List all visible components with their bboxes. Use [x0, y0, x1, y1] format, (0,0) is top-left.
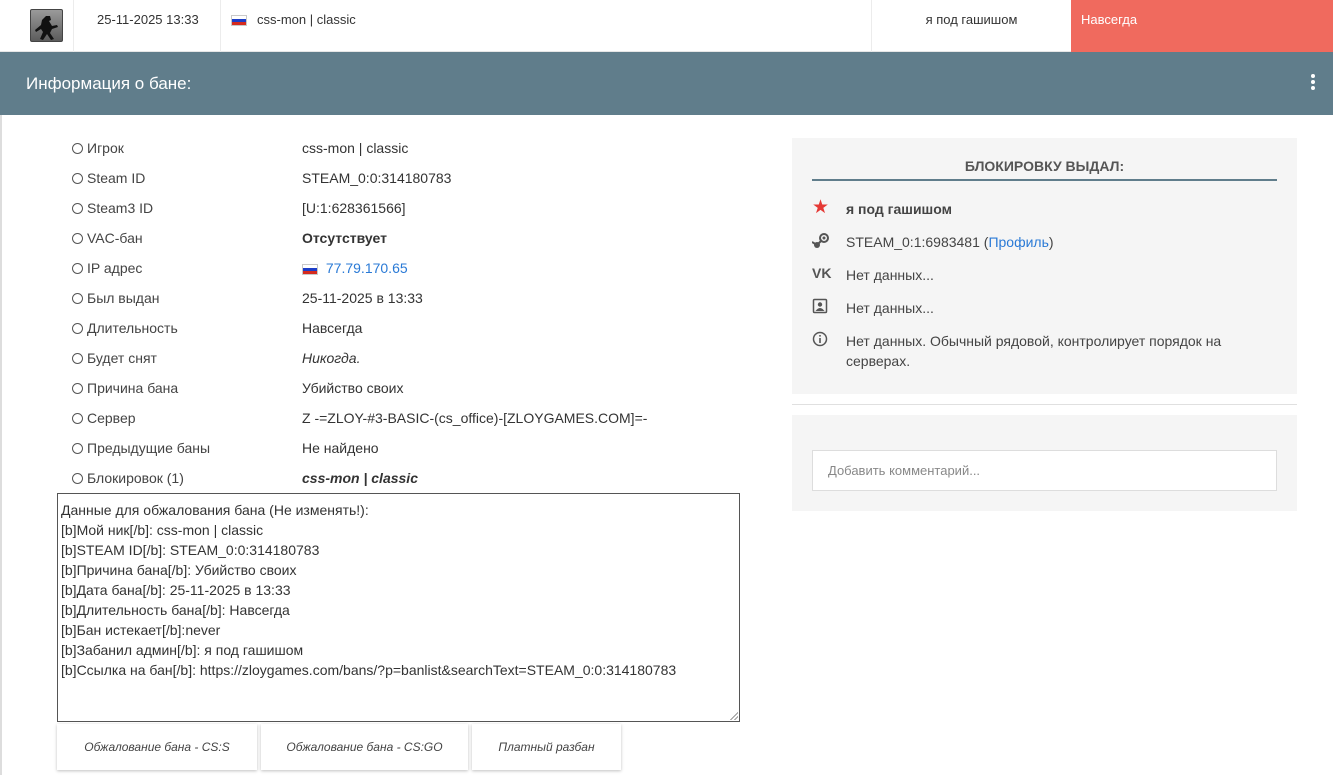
- detail-row-previous-bans: Предыдущие баны Не найдено: [72, 433, 752, 463]
- appeal-line: [b]Дата бана[/b]: 25-11-2025 в 13:33: [61, 582, 291, 598]
- paid-unban-button[interactable]: Платный разбан: [472, 724, 621, 770]
- detail-row-player: Игрок css-mon | classic: [72, 133, 752, 163]
- detail-value: Убийство своих: [302, 380, 404, 396]
- circle-icon: [72, 233, 83, 244]
- appeal-line: [b]Длительность бана[/b]: Навсегда: [61, 602, 290, 618]
- counter-strike-icon: [30, 9, 63, 42]
- contact-card-icon: [812, 298, 830, 316]
- admin-contact: Нет данных...: [846, 300, 934, 316]
- detail-value: STEAM_0:0:314180783: [302, 170, 452, 186]
- ban-date-cell: 25-11-2025 13:33: [74, 0, 221, 52]
- page-title: Информация о бане:: [26, 74, 192, 93]
- detail-label: Будет снят: [72, 350, 157, 366]
- detail-value: Не найдено: [302, 440, 379, 456]
- detail-row-steam3-id: Steam3 ID [U:1:628361566]: [72, 193, 752, 223]
- appeal-line: [b]Причина бана[/b]: Убийство своих: [61, 562, 297, 578]
- ban-length-badge: Навсегда: [1071, 0, 1333, 52]
- star-icon: ★: [812, 197, 830, 218]
- detail-value: 25-11-2025 в 13:33: [302, 290, 423, 306]
- ban-details-list: Игрок css-mon | classic Steam ID STEAM_0…: [72, 133, 752, 493]
- admin-card-name: я под гашишом: [846, 201, 952, 217]
- steam-icon: [811, 232, 830, 250]
- circle-icon: [72, 173, 83, 184]
- detail-row-ip: IP адрес 77.79.170.65: [72, 253, 752, 283]
- admin-cell: я под гашишом: [871, 0, 1071, 52]
- appeal-line: [b]Мой ник[/b]: css-mon | classic: [61, 522, 264, 538]
- circle-icon: [72, 413, 83, 424]
- detail-row-reason: Причина бана Убийство своих: [72, 373, 752, 403]
- appeal-line: [b]Забанил админ[/b]: я под гашишом: [61, 642, 304, 658]
- admin-card: БЛОКИРОВКУ ВЫДАЛ: ★ я под гашишом STEAM_…: [792, 138, 1297, 394]
- appeal-line: [b]Бан истекает[/b]:never: [61, 622, 221, 638]
- ip-address-link[interactable]: 77.79.170.65: [326, 260, 408, 276]
- detail-value: css-mon | classic: [302, 470, 418, 486]
- detail-value: css-mon | classic: [302, 140, 409, 156]
- profile-link[interactable]: Профиль: [988, 234, 1048, 250]
- appeal-line: Данные для обжалования бана (Не изменять…: [61, 502, 369, 518]
- detail-label: Сервер: [72, 410, 136, 426]
- appeal-css-button[interactable]: Обжалование бана - CS:S: [57, 724, 257, 770]
- detail-value: Никогда.: [302, 350, 361, 366]
- detail-label: Игрок: [72, 140, 124, 156]
- detail-label: Причина бана: [72, 380, 178, 396]
- page-edge: [0, 115, 2, 775]
- admin-steam-id: STEAM_0:1:6983481: [846, 234, 980, 250]
- admin-name: я под гашишом: [925, 12, 1018, 27]
- comment-input[interactable]: Добавить комментарий...: [812, 450, 1277, 491]
- admin-vk: Нет данных...: [846, 267, 934, 283]
- game-cell: [0, 0, 74, 52]
- resize-handle-icon[interactable]: [730, 712, 738, 720]
- detail-label: Steam3 ID: [72, 200, 153, 216]
- detail-row-steam-id: Steam ID STEAM_0:0:314180783: [72, 163, 752, 193]
- divider: [792, 404, 1297, 405]
- ban-info-header: Информация о бане:: [0, 52, 1333, 115]
- circle-icon: [72, 203, 83, 214]
- appeal-line: [b]STEAM ID[/b]: STEAM_0:0:314180783: [61, 542, 320, 558]
- circle-icon: [72, 263, 83, 274]
- ip-value: 77.79.170.65: [302, 260, 408, 276]
- detail-label: Предыдущие баны: [72, 440, 210, 456]
- circle-icon: [72, 143, 83, 154]
- ban-summary-row[interactable]: 25-11-2025 13:33 css-mon | classic я под…: [0, 0, 1333, 52]
- vk-icon: VK: [812, 265, 832, 281]
- detail-row-vac: VAC-бан Отсутствует: [72, 223, 752, 253]
- circle-icon: [72, 473, 83, 484]
- circle-icon: [72, 443, 83, 454]
- ban-date: 25-11-2025 13:33: [97, 12, 199, 27]
- appeal-csgo-button[interactable]: Обжалование бана - CS:GO: [261, 724, 468, 770]
- detail-row-blocks: Блокировок (1) css-mon | classic: [72, 463, 752, 493]
- steam3-id-link[interactable]: [U:1:628361566]: [302, 200, 406, 216]
- detail-row-server: Сервер Z -=ZLOY-#3-BASIC-(cs_office)-[ZL…: [72, 403, 752, 433]
- russia-flag-icon: [302, 263, 318, 275]
- detail-label: Был выдан: [72, 290, 160, 306]
- detail-label: Длительность: [72, 320, 178, 336]
- detail-value: Навсегда: [302, 320, 363, 336]
- player-nickname: css-mon | classic: [257, 12, 356, 27]
- info-icon: [812, 331, 830, 349]
- detail-value: Z -=ZLOY-#3-BASIC-(cs_office)-[ZLOYGAMES…: [302, 410, 648, 426]
- circle-icon: [72, 353, 83, 364]
- detail-label: IP адрес: [72, 260, 142, 276]
- circle-icon: [72, 323, 83, 334]
- more-vert-icon[interactable]: [1305, 74, 1321, 94]
- detail-row-issued: Был выдан 25-11-2025 в 13:33: [72, 283, 752, 313]
- comment-card: Добавить комментарий...: [792, 415, 1297, 511]
- admin-info: Нет данных. Обычный рядовой, контролируе…: [846, 333, 1222, 369]
- appeal-textarea[interactable]: Данные для обжалования бана (Не изменять…: [57, 493, 740, 722]
- ban-length: Навсегда: [1081, 12, 1138, 27]
- detail-value: Отсутствует: [302, 230, 387, 246]
- circle-icon: [72, 293, 83, 304]
- detail-row-length: Длительность Навсегда: [72, 313, 752, 343]
- admin-card-title: БЛОКИРОВКУ ВЫДАЛ:: [812, 158, 1277, 181]
- russia-flag-icon: [231, 15, 247, 26]
- circle-icon: [72, 383, 83, 394]
- admin-steam: STEAM_0:1:6983481 (Профиль): [846, 234, 1054, 250]
- detail-label: VAC-бан: [72, 230, 143, 246]
- detail-label: Steam ID: [72, 170, 145, 186]
- detail-row-expires: Будет снят Никогда.: [72, 343, 752, 373]
- player-cell: css-mon | classic: [221, 0, 871, 52]
- detail-label: Блокировок (1): [72, 470, 184, 486]
- appeal-line: [b]Ссылка на бан[/b]: https://zloygames.…: [61, 662, 677, 678]
